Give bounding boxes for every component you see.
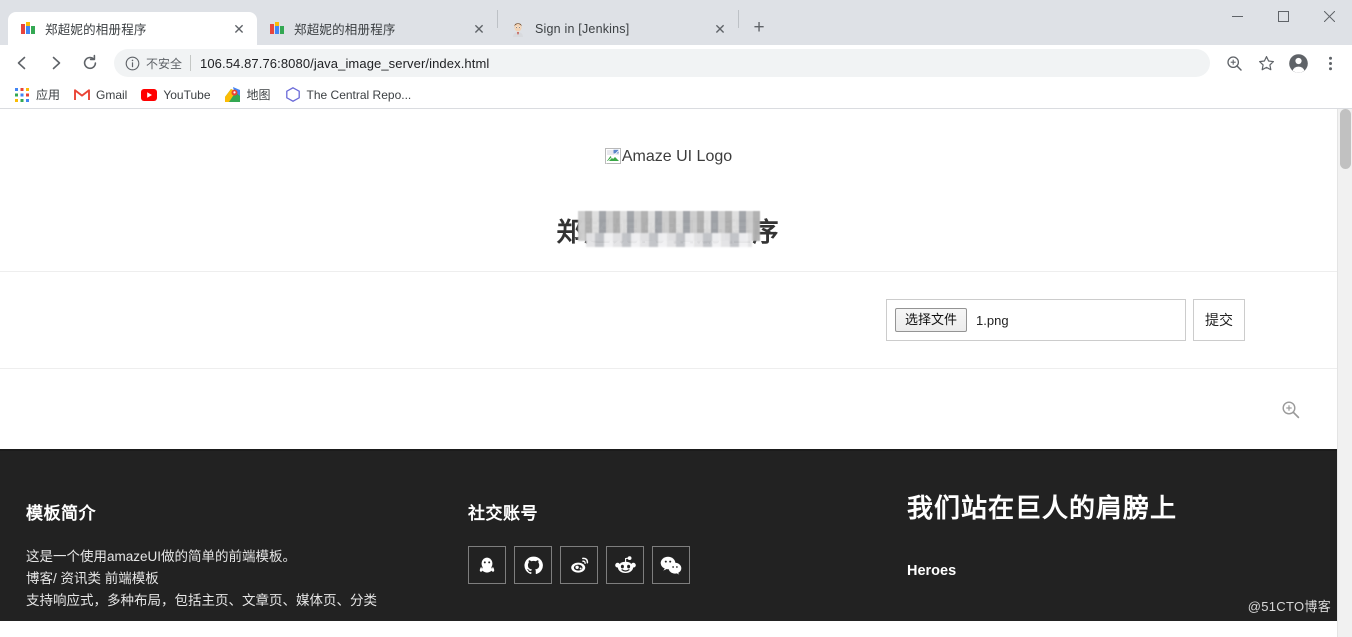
tab-close-icon[interactable]: ✕ [229,19,249,39]
address-bar[interactable]: 不安全 106.54.87.76:8080/java_image_server/… [114,49,1210,77]
footer-social-title: 社交账号 [468,504,538,523]
tab-album-program-1[interactable]: 郑超妮的相册程序 ✕ [8,12,257,45]
info-circle-icon[interactable] [124,55,140,71]
tab-divider [738,9,739,28]
tab-title: Sign in [Jenkins] [535,21,630,36]
youtube-icon [141,87,158,103]
bookmark-apps[interactable]: 应用 [10,84,68,106]
bookmark-label: The Central Repo... [306,87,412,102]
footer-intro-line-2: 博客/ 资讯类 前端模板 [26,571,159,586]
maximize-icon[interactable] [1260,0,1306,32]
social-links [468,546,890,584]
qq-icon[interactable] [468,546,506,584]
maven-central-icon [285,87,301,103]
footer-heroes-title: 我们站在巨人的肩膀上 [907,493,1178,523]
footer-heroes-subtitle: Heroes [907,563,957,579]
security-status-label: 不安全 [146,56,183,71]
bookmark-label: 地图 [246,88,271,102]
selected-file-name: 1.png [976,312,1009,328]
forward-arrow-icon[interactable] [42,49,70,77]
choose-file-button[interactable]: 选择文件 [895,307,968,333]
browser-window: 郑超妮的相册程序 ✕ 郑超妮的相册程序 ✕ Sign in [Jenkins] … [0,0,1352,637]
broken-image-icon [604,148,621,164]
bookmark-youtube[interactable]: YouTube [137,84,218,106]
bookmark-label: 应用 [36,88,61,102]
bookmark-central-repo[interactable]: The Central Repo... [281,84,420,106]
page-scrollbar[interactable]: ▲ [1337,109,1352,637]
bookmarks-bar: 应用 Gmail YouTube 地图 The Central Repo... [0,81,1352,109]
footer-intro-line-3: 支持响应式，多种布局，包括主页、文章页、媒体页、分类 [26,593,377,608]
minimize-icon[interactable] [1214,0,1260,32]
redaction-overlay-secondary [585,233,752,247]
footer-column-social: 社交账号 [455,451,890,621]
new-tab-button[interactable]: + [745,14,773,42]
url-text: 106.54.87.76:8080/java_image_server/inde… [200,55,490,71]
bookmark-label: Gmail [96,87,128,102]
jenkins-butler-icon [510,21,526,37]
back-arrow-icon[interactable] [8,49,36,77]
tab-album-program-2[interactable]: 郑超妮的相册程序 ✕ [257,12,497,45]
bookmark-maps[interactable]: 地图 [221,84,279,106]
window-controls [1214,0,1352,32]
broken-image-placeholder: Amaze UI Logo [604,148,733,165]
wechat-icon[interactable] [652,546,690,584]
hero-section: Amaze UI Logo 郑超妮的相册程序 [0,109,1337,249]
page-content: Amaze UI Logo 郑超妮的相册程序 选择文件 1.png 提交 [0,109,1337,637]
close-icon[interactable] [1306,0,1352,32]
zoom-in-icon[interactable] [1220,49,1248,77]
tab-title: 郑超妮的相册程序 [45,23,147,37]
upload-form: 选择文件 1.png 提交 [0,272,1337,368]
file-input[interactable]: 选择文件 1.png [886,299,1186,341]
footer-intro-title: 模板简介 [26,504,96,523]
omnibox-divider [190,55,192,71]
star-icon[interactable] [1252,49,1280,77]
tab-close-icon[interactable]: ✕ [469,19,489,39]
page-viewport: Amaze UI Logo 郑超妮的相册程序 选择文件 1.png 提交 [0,109,1352,637]
watermark-label: @51CTO博客 [1247,599,1331,614]
reload-icon[interactable] [76,49,104,77]
footer-column-intro: 模板简介 这是一个使用amazeUI做的简单的前端模板。 博客/ 资讯类 前端模… [0,451,455,621]
reddit-icon[interactable] [606,546,644,584]
tab-close-icon[interactable]: ✕ [710,19,730,39]
gallery-zoom-strip [0,369,1337,449]
footer-intro-line-1: 这是一个使用amazeUI做的简单的前端模板。 [26,549,297,564]
browser-toolbar: 不安全 106.54.87.76:8080/java_image_server/… [0,45,1352,81]
weibo-icon[interactable] [560,546,598,584]
bookmark-gmail[interactable]: Gmail [70,84,135,106]
scrollbar-thumb[interactable] [1340,109,1351,169]
bookmark-label: YouTube [163,87,211,102]
submit-button[interactable]: 提交 [1193,299,1245,341]
profile-avatar-icon[interactable] [1284,49,1312,77]
tab-title: 郑超妮的相册程序 [294,23,396,37]
three-dot-menu-icon[interactable] [1316,49,1344,77]
page-footer: 模板简介 这是一个使用amazeUI做的简单的前端模板。 博客/ 资讯类 前端模… [0,449,1337,621]
tab-strip: 郑超妮的相册程序 ✕ 郑超妮的相册程序 ✕ Sign in [Jenkins] … [0,0,1214,45]
broken-image-alt-text: Amaze UI Logo [621,148,733,165]
gmail-icon [74,87,90,103]
tab-jenkins-signin[interactable]: Sign in [Jenkins] ✕ [498,12,738,45]
browser-titlebar: 郑超妮的相册程序 ✕ 郑超妮的相册程序 ✕ Sign in [Jenkins] … [0,0,1352,45]
google-maps-icon [225,87,241,103]
amazeui-logo-icon [20,21,36,37]
page-title: 郑超妮的相册程序 [0,211,1337,249]
github-icon[interactable] [514,546,552,584]
zoom-in-icon[interactable] [1280,399,1300,419]
apps-grid-icon [14,87,30,103]
amazeui-logo-icon [269,21,285,37]
